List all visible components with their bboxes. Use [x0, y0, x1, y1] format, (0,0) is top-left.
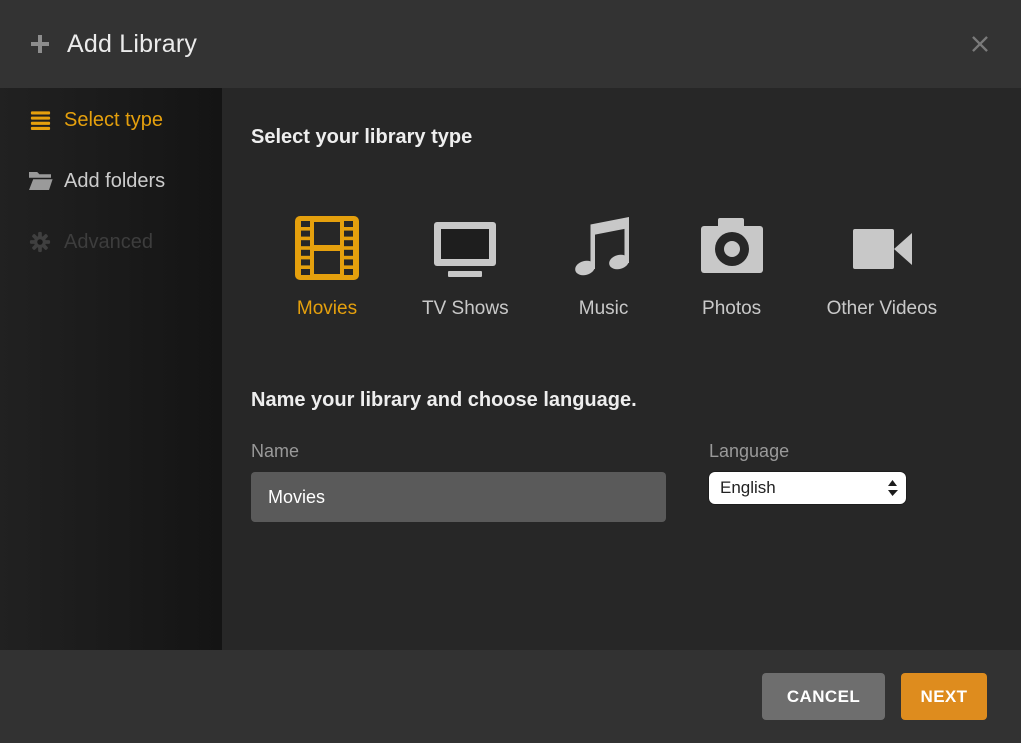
sidebar-item-label: Advanced — [64, 231, 153, 254]
main-panel: Select your library type — [222, 88, 1021, 650]
name-field-group: Name — [251, 438, 666, 522]
type-section-heading: Select your library type — [251, 124, 991, 150]
type-option-label: Movies — [297, 298, 357, 320]
type-option-label: Photos — [702, 298, 761, 320]
type-option-photos[interactable]: Photos — [699, 215, 765, 320]
wizard-steps-sidebar: Select type Add folders — [0, 88, 222, 650]
language-select-value: English — [720, 478, 887, 498]
tv-icon — [432, 215, 498, 286]
sidebar-item-label: Select type — [64, 109, 163, 132]
type-option-movies[interactable]: Movies — [294, 215, 360, 320]
sidebar-item-add-folders[interactable]: Add folders — [0, 161, 222, 201]
library-type-picker: Movies TV Shows — [251, 215, 991, 320]
music-note-icon — [571, 215, 637, 286]
camera-icon — [699, 215, 765, 286]
dialog-title: Add Library — [67, 30, 197, 59]
list-icon — [27, 109, 53, 132]
language-field-label: Language — [709, 438, 906, 464]
dialog-footer: CANCEL NEXT — [0, 650, 1021, 743]
type-option-music[interactable]: Music — [571, 215, 637, 320]
sidebar-item-advanced: Advanced — [0, 222, 222, 262]
dialog-header: Add Library — [0, 0, 1021, 88]
close-icon[interactable] — [967, 31, 993, 57]
film-icon — [294, 215, 360, 286]
add-library-dialog: Add Library Select type Add folders — [0, 0, 1021, 743]
library-name-input[interactable] — [251, 472, 666, 522]
sidebar-item-select-type[interactable]: Select type — [0, 100, 222, 140]
folder-icon — [27, 170, 53, 192]
language-select[interactable]: English — [709, 472, 906, 504]
name-language-fields: Name Language English — [251, 438, 991, 522]
type-option-label: TV Shows — [422, 298, 509, 320]
dialog-body: Select type Add folders — [0, 88, 1021, 650]
type-option-tv-shows[interactable]: TV Shows — [422, 215, 509, 320]
cancel-button[interactable]: CANCEL — [762, 673, 885, 720]
type-option-other-videos[interactable]: Other Videos — [827, 215, 938, 320]
gear-icon — [27, 231, 53, 253]
name-field-label: Name — [251, 438, 666, 464]
type-option-label: Music — [579, 298, 629, 320]
type-option-label: Other Videos — [827, 298, 938, 320]
select-stepper-arrows-icon — [887, 479, 898, 497]
next-button[interactable]: NEXT — [901, 673, 987, 720]
name-section-heading: Name your library and choose language. — [251, 387, 991, 413]
plus-icon — [28, 32, 52, 56]
language-field-group: Language English — [709, 438, 906, 522]
sidebar-item-label: Add folders — [64, 170, 165, 193]
video-camera-icon — [849, 215, 915, 286]
